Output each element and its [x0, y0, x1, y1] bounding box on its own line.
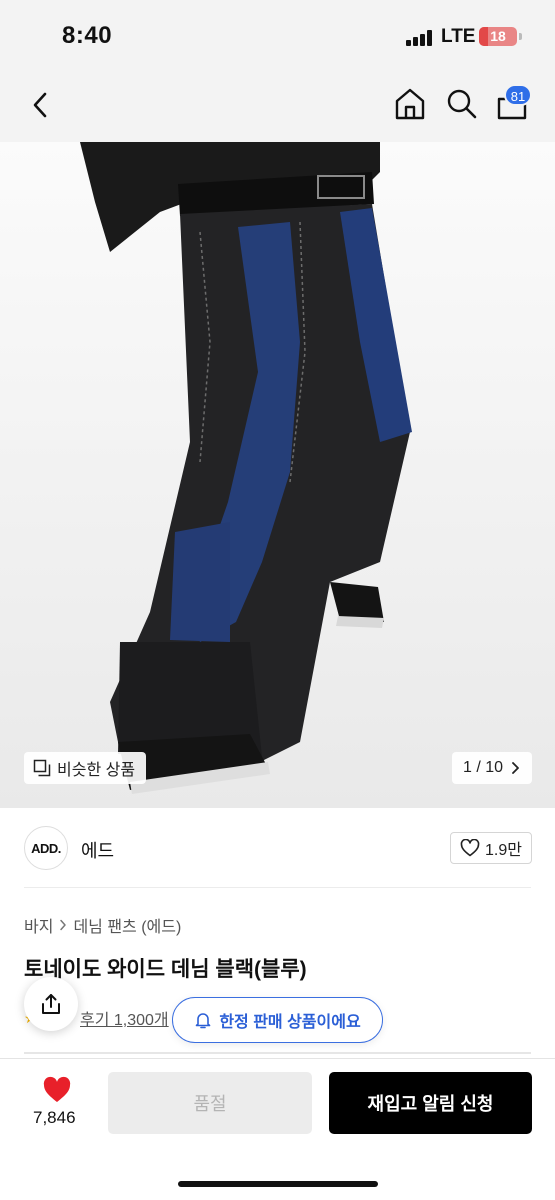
breadcrumb-subcategory[interactable]: 데님 팬츠 (에드): [73, 913, 181, 937]
home-indicator: [178, 1181, 378, 1187]
sold-out-button: 품절: [108, 1072, 312, 1134]
wishlist-count: 7,846: [33, 1108, 76, 1127]
product-photo: [80, 142, 412, 794]
restock-alert-button[interactable]: 재입고 알림 신청: [329, 1072, 532, 1134]
battery-icon: 18: [479, 27, 517, 46]
brand-logo[interactable]: ADD.: [24, 826, 68, 870]
image-pager-label: 1 / 10: [462, 759, 504, 776]
home-icon: [395, 88, 425, 120]
search-button[interactable]: [444, 86, 480, 122]
signal-icon: [406, 30, 436, 46]
product-image[interactable]: [0, 142, 555, 808]
network-type: LTE: [441, 26, 476, 47]
status-bar: 8:40 LTE 18: [0, 0, 555, 70]
wishlist-button[interactable]: [42, 1076, 72, 1104]
limited-sale-chip: 한정 판매 상품이에요: [172, 997, 383, 1043]
battery-tip: [519, 33, 522, 40]
status-time: 8:40: [62, 22, 113, 49]
product-detail-page: 8:40 LTE 18 81 비슷한 상품 1 / 10 ADD. 에드 1.9…: [0, 0, 555, 1200]
home-button[interactable]: [392, 86, 428, 122]
heart-filled-icon: [43, 1076, 71, 1102]
heart-outline-icon: [460, 839, 480, 857]
share-button[interactable]: [24, 977, 78, 1031]
cart-count-badge: 81: [504, 84, 532, 106]
image-pager-button[interactable]: 1 / 10: [452, 752, 532, 784]
similar-items-label: 비슷한 상품: [57, 762, 136, 779]
review-link[interactable]: 후기 1,300개: [80, 1006, 169, 1030]
product-title: 토네이도 와이드 데님 블랙(블루): [24, 958, 307, 981]
back-button[interactable]: [24, 88, 58, 122]
brand-like-count: 1.9만: [485, 842, 522, 859]
search-icon: [447, 89, 477, 119]
breadcrumb: 바지 데님 팬츠 (에드): [24, 913, 181, 937]
bell-icon: [196, 1013, 211, 1029]
brand-like-button[interactable]: 1.9만: [450, 832, 532, 864]
similar-items-icon: [33, 759, 51, 777]
restock-alert-label: 재입고 알림 신청: [367, 1094, 494, 1114]
top-navigation: 81: [0, 70, 555, 142]
section-divider: [24, 1052, 531, 1054]
brand-logo-text: ADD.: [31, 840, 61, 856]
chevron-right-icon: [60, 919, 67, 931]
sold-out-label: 품절: [193, 1094, 227, 1114]
share-icon: [42, 994, 60, 1014]
chevron-right-icon: [512, 762, 519, 774]
limited-sale-label: 한정 판매 상품이에요: [219, 1014, 361, 1031]
similar-items-button[interactable]: 비슷한 상품: [24, 752, 147, 784]
divider: [24, 887, 531, 888]
breadcrumb-category[interactable]: 바지: [24, 913, 53, 937]
back-icon: [33, 92, 47, 118]
battery-level: 18: [490, 28, 506, 44]
brand-name[interactable]: 에드: [81, 837, 114, 863]
